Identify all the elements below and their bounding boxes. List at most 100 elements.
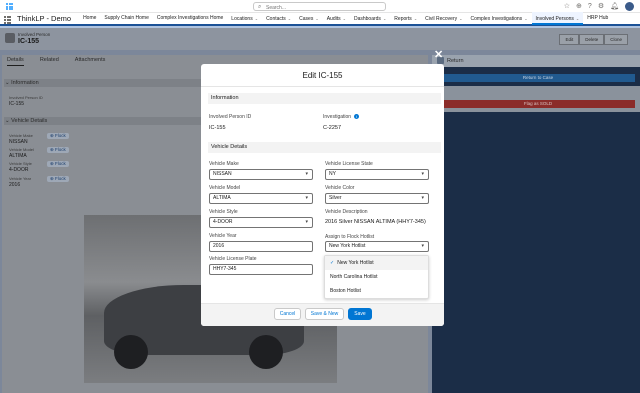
save-and-new-button[interactable]: Save & New	[305, 308, 344, 320]
chevron-down-icon: ▾	[421, 195, 424, 201]
modal-info-section: Information	[208, 93, 441, 104]
nav-item[interactable]: Contacts ⌄	[262, 12, 295, 25]
nav-item[interactable]: Cases ⌄	[295, 12, 323, 25]
chevron-down-icon[interactable]: ⌄	[383, 16, 386, 21]
chevron-down-icon[interactable]: ⌄	[459, 16, 462, 21]
hotlist-option[interactable]: ✓ New York Hotlist	[325, 256, 428, 270]
chevron-down-icon: ▾	[421, 171, 424, 177]
global-search-input[interactable]: ⌕ Search...	[253, 2, 386, 11]
clone-button[interactable]: Clone	[604, 34, 628, 45]
nav-item[interactable]: Complex Investigations ⌄	[466, 12, 531, 25]
nav-item[interactable]: Home	[79, 12, 100, 25]
bell-icon[interactable]: 🔔︎	[610, 2, 619, 11]
make-select[interactable]: NISSAN ▾	[209, 169, 313, 180]
license-state-label: Vehicle License State	[325, 161, 373, 167]
return-to-case-button[interactable]: Return to Case	[441, 74, 635, 82]
model-field-label: Vehicle Model	[209, 185, 241, 191]
tab-related[interactable]: Related	[40, 57, 59, 66]
edit-button[interactable]: Edit	[559, 34, 580, 45]
flag-button[interactable]: Flag as SOLD	[441, 100, 635, 108]
nav-items: Home Supply Chain Home Complex Investigati…	[79, 12, 612, 25]
modal-vehicle-section: Vehicle Details	[208, 142, 441, 153]
help-icon[interactable]: ?	[588, 2, 592, 11]
tab-attachments[interactable]: Attachments	[75, 57, 106, 66]
close-icon[interactable]: ✕	[434, 48, 443, 61]
style-select[interactable]: 4-DOOR ▾	[209, 217, 313, 228]
modal-investigation-label: Investigation i	[323, 114, 360, 120]
tab-details[interactable]: Details	[7, 57, 24, 66]
nav-item-label: HRP Hub	[587, 15, 609, 21]
record-action-buttons: Edit Delete Clone	[559, 34, 628, 45]
chevron-down-icon[interactable]: ⌄	[576, 16, 579, 21]
hotlist-option[interactable]: Boston Hotlist	[325, 284, 428, 298]
app-launcher-icon[interactable]	[4, 16, 12, 24]
hotlist-option[interactable]: North Carolina Hotlist	[325, 270, 428, 284]
info-section-title: ⌄ Information	[5, 80, 39, 86]
year-value: 2016	[9, 182, 21, 188]
vehicle-section-title: ⌄ Vehicle Details	[5, 118, 48, 124]
setup-icon[interactable]: ⚙	[598, 2, 604, 11]
nav-item-label: Supply Chain Home	[104, 15, 149, 21]
make-value: NISSAN	[9, 139, 28, 145]
year-input[interactable]: 2016	[209, 241, 313, 252]
license-state-select[interactable]: NY ▾	[325, 169, 429, 180]
nav-item-label: Cases	[299, 16, 314, 22]
make-label: Vehicle Make	[9, 133, 33, 138]
plate-field-label: Vehicle License Plate	[209, 256, 257, 262]
header-utility-icons: ☆ ⊕ ? ⚙ 🔔︎	[564, 2, 634, 11]
right-panel-band	[432, 86, 640, 112]
year-label: Vehicle Year	[9, 176, 32, 181]
flock-link[interactable]: ⊕ Flock	[47, 133, 69, 139]
chevron-down-icon[interactable]: ⌄	[255, 16, 258, 21]
flock-link[interactable]: ⊕ Flock	[47, 161, 69, 167]
hotlist-select[interactable]: New York Hotlist ▾	[325, 241, 429, 252]
style-field-label: Vehicle Style	[209, 209, 238, 215]
record-header	[0, 28, 640, 50]
salesforce-logo-icon	[6, 3, 13, 10]
hotlist-label: Assign to Flock Hotlist	[325, 234, 375, 240]
chevron-down-icon: ▾	[421, 243, 424, 249]
model-select[interactable]: ALTIMA ▾	[209, 193, 313, 204]
star-icon[interactable]: ☆	[564, 2, 570, 11]
person-id-value: IC-155	[9, 101, 25, 107]
nav-item[interactable]: Audits ⌄	[323, 12, 350, 25]
detail-tabs: Details Related Attachments	[2, 57, 105, 66]
nav-item[interactable]: Involved Persons ⌄	[531, 12, 584, 25]
delete-button[interactable]: Delete	[579, 34, 605, 45]
make-field-label: Vehicle Make	[209, 161, 239, 167]
modal-investigation-value: C-2257	[323, 125, 342, 131]
chevron-down-icon[interactable]: ⌄	[315, 16, 318, 21]
nav-item[interactable]: Dashboards ⌄	[350, 12, 390, 25]
nav-item[interactable]: Supply Chain Home	[100, 12, 152, 25]
color-select[interactable]: Silver ▾	[325, 193, 429, 204]
nav-item[interactable]: Locations ⌄	[227, 12, 262, 25]
nav-item-label: Civil Recovery	[425, 16, 458, 22]
nav-item-label: Complex Investigations	[470, 16, 523, 22]
chevron-down-icon[interactable]: ⌄	[524, 16, 527, 21]
description-label: Vehicle Description	[325, 209, 368, 215]
nav-item[interactable]: Civil Recovery ⌄	[421, 12, 466, 25]
save-button[interactable]: Save	[348, 308, 372, 320]
info-icon[interactable]: i	[354, 114, 360, 119]
record-name: IC-155	[18, 38, 40, 45]
hotlist-dropdown: ✓ New York Hotlist North Carolina Hotlist…	[324, 255, 429, 299]
nav-item-label: Locations	[231, 16, 253, 22]
avatar[interactable]	[625, 2, 634, 11]
chevron-down-icon: ▾	[305, 219, 308, 225]
nav-item[interactable]: Reports ⌄	[390, 12, 421, 25]
chevron-down-icon: ▾	[305, 195, 308, 201]
nav-item[interactable]: HRP Hub	[583, 12, 612, 25]
flock-link[interactable]: ⊕ Flock	[47, 147, 69, 153]
plate-input[interactable]: HHY7-345	[209, 264, 313, 275]
add-icon[interactable]: ⊕	[576, 2, 582, 11]
flock-link[interactable]: ⊕ Flock	[47, 176, 69, 182]
nav-item[interactable]: Complex Investigations Home	[153, 12, 227, 25]
app-nav-bar: ThinkLP - Demo Home Supply Chain Home Comp…	[0, 12, 640, 26]
nav-item-label: Dashboards	[353, 16, 381, 22]
cancel-button[interactable]: Cancel	[274, 308, 301, 320]
chevron-down-icon[interactable]: ⌄	[343, 16, 346, 21]
description-value: 2016 Silver NISSAN ALTIMA (HHY7-345)	[325, 219, 426, 225]
chevron-down-icon[interactable]: ⌄	[288, 16, 291, 21]
chevron-down-icon[interactable]: ⌄	[414, 16, 417, 21]
modal-title: Edit IC-155	[201, 64, 444, 87]
